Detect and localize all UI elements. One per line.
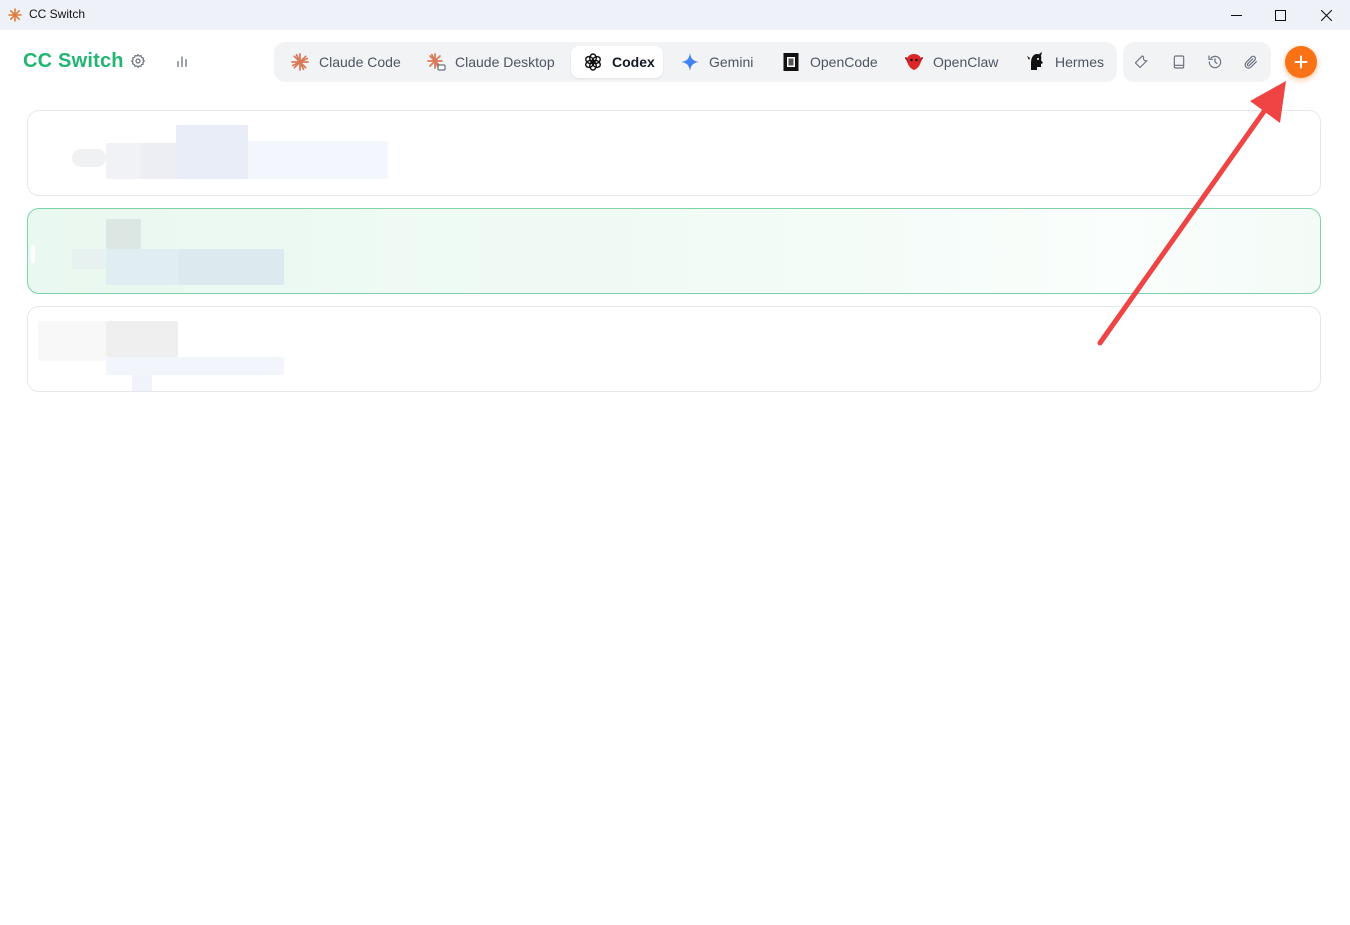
book-icon xyxy=(1173,55,1185,69)
openai-codex-icon xyxy=(583,52,603,72)
gear-icon xyxy=(130,53,146,69)
tab-opencode[interactable]: OpenCode xyxy=(769,46,887,78)
tab-claude-code[interactable]: Claude Code xyxy=(278,46,409,78)
claude-code-icon xyxy=(290,52,310,72)
redacted-logo xyxy=(38,321,106,361)
paperclip-icon xyxy=(1244,55,1257,69)
redacted-text xyxy=(176,125,248,179)
minimize-button[interactable] xyxy=(1213,0,1259,30)
annotation-arrow xyxy=(1097,81,1286,346)
redacted-text xyxy=(248,141,388,179)
redacted-marker xyxy=(31,245,35,263)
arrow-head xyxy=(1250,81,1286,123)
redacted-text xyxy=(178,249,284,285)
history-icon xyxy=(1208,55,1222,69)
app-brand: CC Switch xyxy=(23,50,124,72)
add-provider-button[interactable] xyxy=(1285,46,1317,78)
attachments-button[interactable] xyxy=(1241,52,1261,72)
tab-gemini[interactable]: Gemini xyxy=(668,46,764,78)
minimize-icon xyxy=(1230,14,1242,16)
plus-icon xyxy=(1294,55,1308,69)
tab-label: Hermes xyxy=(1055,54,1105,70)
wrench-icon xyxy=(1135,55,1148,69)
tab-claude-desktop[interactable]: Claude Desktop xyxy=(414,46,566,78)
maximize-button[interactable] xyxy=(1257,0,1303,30)
docs-button[interactable] xyxy=(1169,52,1189,72)
history-button[interactable] xyxy=(1205,52,1225,72)
gemini-sparkle-icon xyxy=(680,52,700,72)
tab-label: Claude Code xyxy=(319,54,401,70)
maximize-icon xyxy=(1274,9,1286,21)
window-title: CC Switch xyxy=(29,7,86,21)
tab-label: Gemini xyxy=(709,54,754,70)
redacted-text xyxy=(106,357,284,375)
opencode-icon xyxy=(781,52,801,72)
cc-switch-sparkle-icon xyxy=(8,8,22,22)
close-icon xyxy=(1320,9,1332,21)
usage-stats-button[interactable] xyxy=(173,52,191,70)
app-tab-bar: Claude Code Claude Desktop Codex Gemini … xyxy=(274,42,1117,82)
window-titlebar: CC Switch xyxy=(0,0,1350,30)
close-window-button[interactable] xyxy=(1303,0,1349,30)
openclaw-icon xyxy=(904,52,924,72)
redacted-logo xyxy=(106,219,141,249)
tab-label: Codex xyxy=(612,54,655,70)
hermes-icon xyxy=(1026,52,1046,72)
tab-label: OpenClaw xyxy=(933,54,999,70)
tab-label: Claude Desktop xyxy=(455,54,555,70)
tab-codex[interactable]: Codex xyxy=(571,46,663,78)
settings-button[interactable] xyxy=(129,52,147,70)
claude-desktop-icon xyxy=(426,52,446,72)
redacted-text xyxy=(132,375,152,391)
redacted-badge xyxy=(72,149,106,167)
bar-chart-icon xyxy=(177,56,187,67)
tab-hermes[interactable]: Hermes xyxy=(1014,46,1113,78)
tab-label: OpenCode xyxy=(810,54,878,70)
tools-button[interactable] xyxy=(1133,52,1153,72)
redacted-logo xyxy=(141,143,176,179)
redacted-logo xyxy=(106,321,178,357)
tab-openclaw[interactable]: OpenClaw xyxy=(892,46,1009,78)
